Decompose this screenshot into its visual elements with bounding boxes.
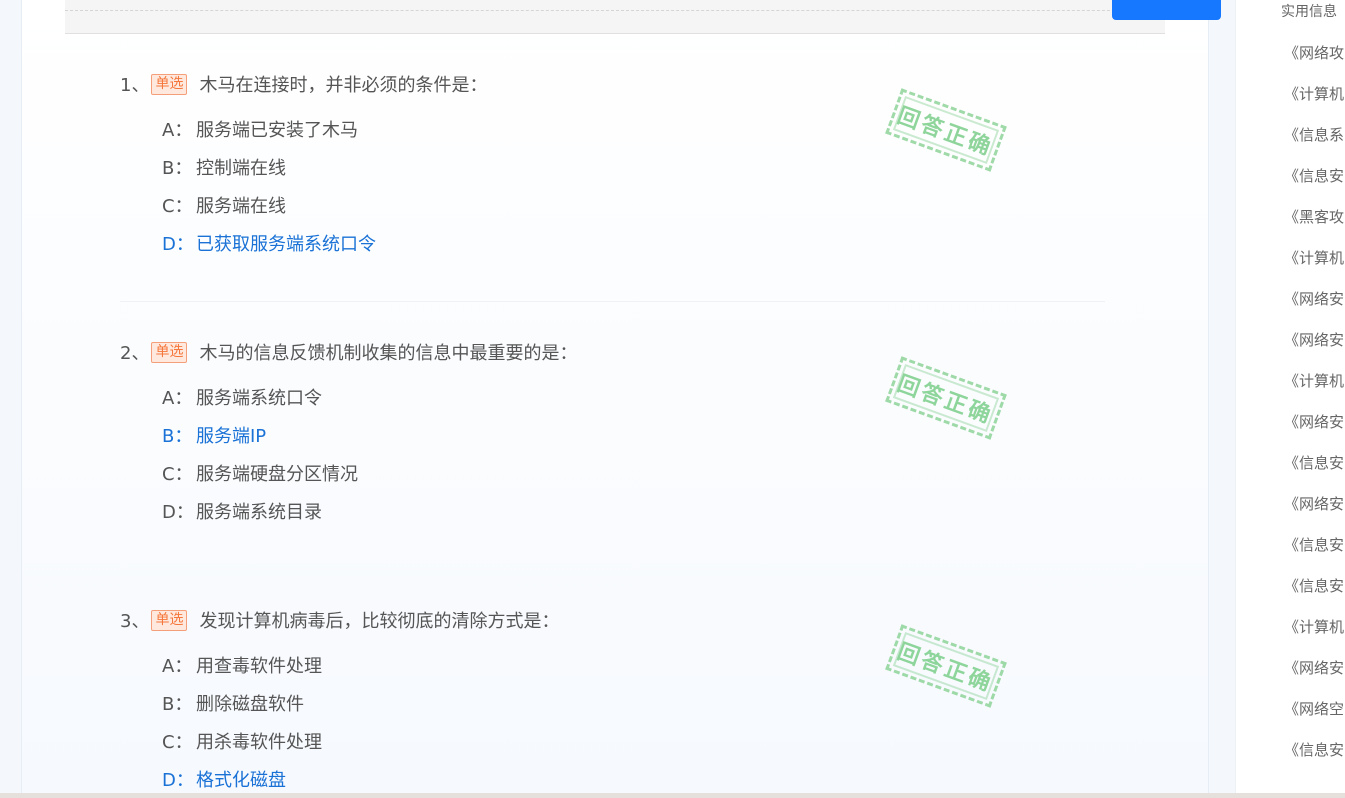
question-number: 2、 bbox=[120, 343, 150, 364]
sidebar-link[interactable]: 《黑客攻 bbox=[1284, 206, 1344, 227]
question-title: 1、 单选 木马在连接时，并非必须的条件是： bbox=[120, 70, 1105, 98]
sidebar-link[interactable]: 《网络攻 bbox=[1284, 42, 1344, 63]
option-c[interactable]: C： 服务端硬盘分区情况 bbox=[162, 462, 1105, 500]
question-text: 木马在连接时，并非必须的条件是： bbox=[199, 75, 488, 96]
sidebar-link[interactable]: 《网络安 bbox=[1284, 288, 1344, 309]
question-title: 3、 单选 发现计算机病毒后，比较彻底的清除方式是： bbox=[120, 606, 1105, 634]
sidebar-link[interactable]: 《计算机 bbox=[1284, 83, 1344, 104]
single-choice-badge: 单选 bbox=[151, 73, 188, 95]
sidebar-link[interactable]: 《计算机 bbox=[1284, 616, 1344, 637]
question-text: 发现计算机病毒后，比较彻底的清除方式是： bbox=[199, 611, 560, 632]
sidebar-link[interactable]: 《信息安 bbox=[1284, 165, 1344, 186]
top-toolbar-strip bbox=[65, 0, 1221, 34]
sidebar-link[interactable]: 《网络安 bbox=[1284, 329, 1344, 350]
question-number: 1、 bbox=[120, 75, 150, 96]
question-1: 1、 单选 木马在连接时，并非必须的条件是： A： 服务端已安装了木马 B： 控制端… bbox=[120, 70, 1105, 270]
option-d[interactable]: D： 服务端系统目录 bbox=[162, 500, 1105, 538]
sidebar-link[interactable]: 《信息安 bbox=[1284, 452, 1344, 473]
question-divider bbox=[120, 301, 1105, 302]
question-3: 3、 单选 发现计算机病毒后，比较彻底的清除方式是： A： 用查毒软件处理 B：删… bbox=[120, 606, 1105, 798]
question-2: 2、 单选 木马的信息反馈机制收集的信息中最重要的是： A： 服务端系统口令 B：… bbox=[120, 338, 1105, 538]
question-title: 2、 单选 木马的信息反馈机制收集的信息中最重要的是： bbox=[120, 338, 1105, 366]
sidebar-link[interactable]: 《网络安 bbox=[1284, 493, 1344, 514]
quiz-page: 1、 单选 木马在连接时，并非必须的条件是： A： 服务端已安装了木马 B： 控制端… bbox=[0, 0, 1345, 798]
sidebar-link[interactable]: 《网络安 bbox=[1284, 657, 1344, 678]
bottom-scrollbar-track bbox=[0, 793, 1345, 798]
sidebar-link[interactable]: 《信息安 bbox=[1284, 575, 1344, 596]
sidebar-link[interactable]: 《信息安 bbox=[1284, 739, 1344, 760]
dashed-divider bbox=[65, 10, 1165, 11]
sidebar-link[interactable]: 《网络空 bbox=[1284, 698, 1344, 719]
submit-button[interactable] bbox=[1112, 0, 1221, 20]
option-d-correct[interactable]: D： 已获取服务端系统口令 bbox=[162, 232, 1105, 270]
sidebar-link[interactable]: 《网络安 bbox=[1284, 411, 1344, 432]
option-c[interactable]: C： 用杀毒软件处理 bbox=[162, 730, 1105, 768]
option-c[interactable]: C： 服务端在线 bbox=[162, 194, 1105, 232]
question-number: 3、 bbox=[120, 611, 150, 632]
sidebar-link[interactable]: 《计算机 bbox=[1284, 247, 1344, 268]
right-sidebar: 实用信息 《网络攻 《计算机 《信息系 《信息安 《黑客攻 《计算机 《网络安 … bbox=[1235, 0, 1345, 798]
question-text: 木马的信息反馈机制收集的信息中最重要的是： bbox=[199, 343, 578, 364]
sidebar-link[interactable]: 《信息安 bbox=[1284, 534, 1344, 555]
sidebar-link[interactable]: 《信息系 bbox=[1284, 124, 1344, 145]
sidebar-title: 实用信息 bbox=[1281, 4, 1337, 20]
single-choice-badge: 单选 bbox=[151, 341, 188, 363]
sidebar-link[interactable]: 《计算机 bbox=[1284, 370, 1344, 391]
single-choice-badge: 单选 bbox=[151, 609, 188, 631]
